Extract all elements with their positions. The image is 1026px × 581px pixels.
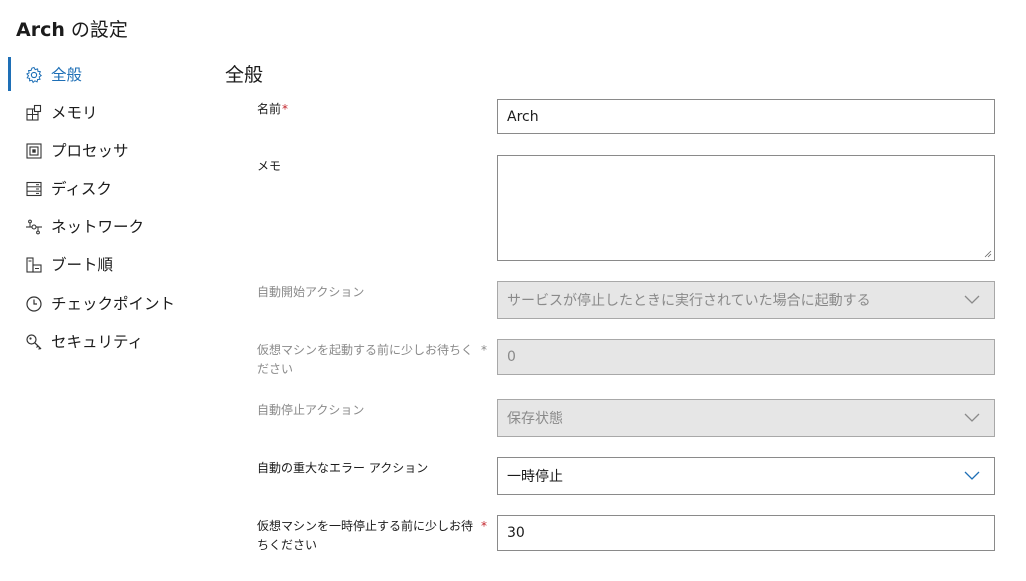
- resize-handle-icon[interactable]: [984, 250, 992, 258]
- gear-icon: [26, 66, 43, 84]
- critical-error-select[interactable]: 一時停止: [497, 457, 995, 495]
- memo-label: メモ: [257, 159, 282, 173]
- nav-item-disk[interactable]: ディスク: [8, 169, 193, 207]
- nav-item-checkpoint[interactable]: チェックポイント: [8, 284, 193, 322]
- nav-item-security[interactable]: セキュリティ: [8, 322, 193, 360]
- pause-wait-label: 仮想マシンを一時停止する前に少しお待ちください *: [257, 519, 487, 552]
- nav-label: 全般: [51, 66, 83, 84]
- chevron-down-icon: [964, 295, 980, 304]
- nav-label: セキュリティ: [51, 333, 144, 351]
- name-input[interactable]: Arch: [497, 99, 995, 134]
- nav-label: ブート順: [51, 256, 114, 274]
- critical-error-label: 自動の重大なエラー アクション: [257, 461, 429, 475]
- nav-item-processor[interactable]: プロセッサ: [8, 131, 193, 169]
- window-title: Arch の設定: [16, 15, 128, 42]
- section-title: 全般: [225, 64, 264, 86]
- key-icon: [26, 334, 42, 350]
- nav-label: メモリ: [51, 104, 98, 122]
- required-mark: *: [481, 343, 487, 357]
- memory-icon: [26, 104, 42, 121]
- chevron-down-icon: [964, 413, 980, 422]
- network-icon: [26, 219, 42, 235]
- nav-item-network[interactable]: ネットワーク: [8, 207, 193, 245]
- active-indicator: [8, 57, 11, 91]
- boot-order-icon: [26, 257, 42, 273]
- memo-textarea[interactable]: [497, 155, 995, 261]
- nav-label: チェックポイント: [51, 295, 176, 313]
- auto-start-select[interactable]: サービスが停止したときに実行されていた場合に起動する: [497, 281, 995, 319]
- clock-icon: [26, 296, 42, 312]
- auto-start-label: 自動開始アクション: [257, 285, 365, 299]
- nav-label: ネットワーク: [51, 218, 145, 236]
- auto-stop-select[interactable]: 保存状態: [497, 399, 995, 437]
- nav-item-boot-order[interactable]: ブート順: [8, 245, 193, 283]
- auto-stop-label: 自動停止アクション: [257, 403, 365, 417]
- name-label: 名前*: [257, 102, 289, 116]
- pause-wait-input[interactable]: 30: [497, 515, 995, 551]
- nav-item-memory[interactable]: メモリ: [8, 93, 193, 131]
- title-suffix: の設定: [64, 19, 128, 41]
- required-mark: *: [481, 519, 487, 533]
- processor-icon: [26, 143, 42, 159]
- disk-icon: [26, 181, 42, 197]
- nav-item-general[interactable]: 全般: [8, 55, 193, 93]
- vm-name: Arch: [16, 19, 65, 41]
- required-mark: *: [282, 102, 289, 116]
- chevron-down-icon: [964, 471, 980, 480]
- nav-label: プロセッサ: [51, 142, 129, 160]
- start-delay-input[interactable]: 0: [497, 339, 995, 375]
- nav-label: ディスク: [51, 180, 112, 198]
- start-delay-label: 仮想マシンを起動する前に少しお待ちください *: [257, 343, 487, 376]
